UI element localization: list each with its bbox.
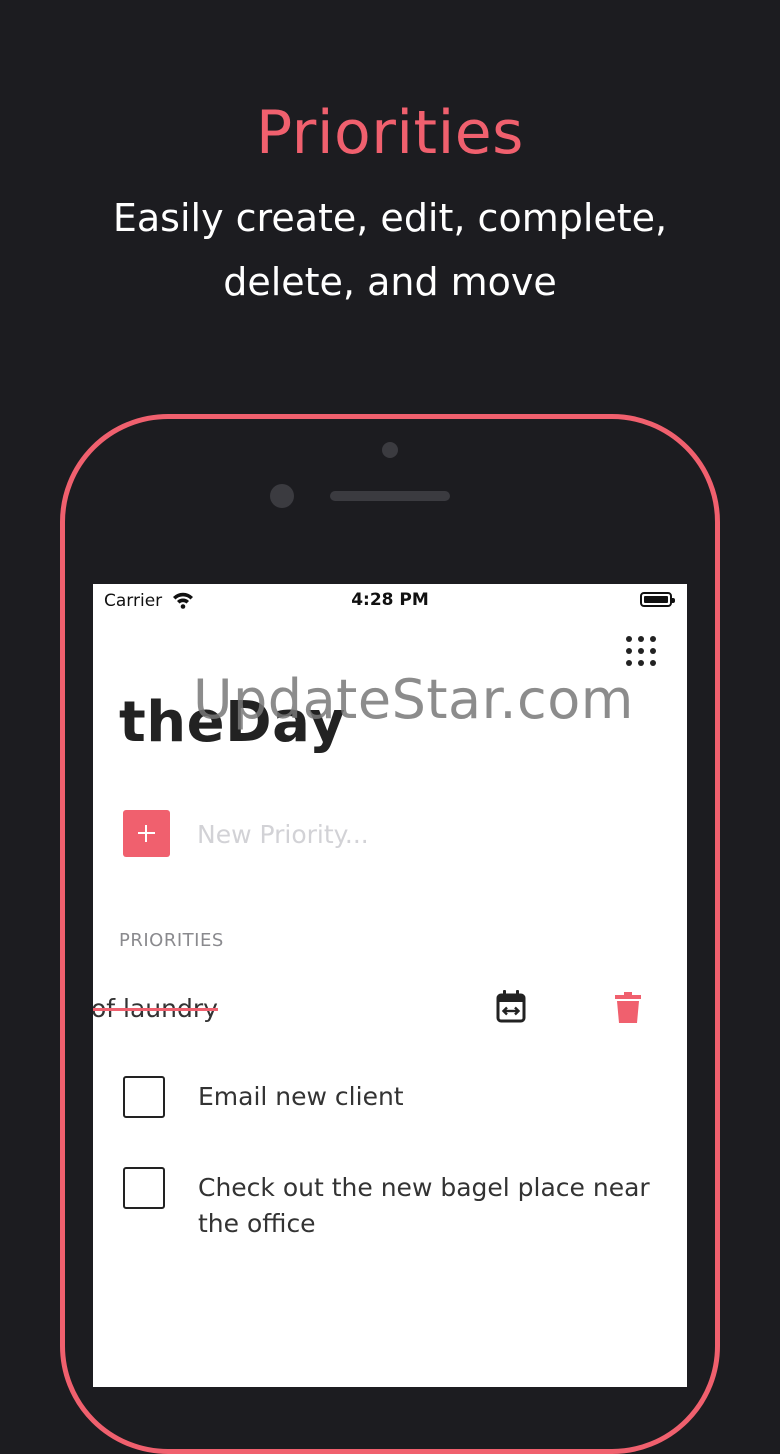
- trash-icon[interactable]: [613, 989, 643, 1029]
- phone-camera-dot: [382, 442, 398, 458]
- status-bar: Carrier 4:28 PM: [93, 584, 687, 618]
- phone-front-camera: [270, 484, 294, 508]
- watermark: UpdateStar.com: [193, 668, 634, 731]
- item-label: Email new client: [198, 1082, 404, 1111]
- grid-menu-icon[interactable]: [624, 634, 658, 668]
- phone-speaker: [330, 491, 450, 501]
- add-priority-button[interactable]: [123, 810, 170, 857]
- item-label: Check out the new bagel place near the o…: [198, 1173, 650, 1238]
- battery-icon: [640, 592, 675, 607]
- list-item[interactable]: Check out the new bagel place near the o…: [123, 1167, 663, 1247]
- item-checkbox[interactable]: [123, 1076, 165, 1118]
- phone-screen: Carrier 4:28 PM theDay UpdateStar.com PR…: [93, 584, 687, 1387]
- new-priority-input[interactable]: [197, 814, 617, 854]
- section-label-priorities: PRIORITIES: [119, 930, 224, 951]
- list-item[interactable]: Email new client: [123, 1076, 663, 1124]
- calendar-move-icon[interactable]: [494, 989, 528, 1029]
- clock: 4:28 PM: [351, 590, 429, 610]
- promo-subline-line-1: Easily create, edit, complete,: [112, 196, 668, 240]
- swiped-completed-item[interactable]: of laundry: [93, 994, 218, 1023]
- promo-headline: Priorities: [256, 98, 524, 168]
- promo-subline-line-2: delete, and move: [223, 260, 557, 304]
- item-checkbox[interactable]: [123, 1167, 165, 1209]
- promo-subline: Easily create, edit, complete, delete, a…: [60, 186, 720, 314]
